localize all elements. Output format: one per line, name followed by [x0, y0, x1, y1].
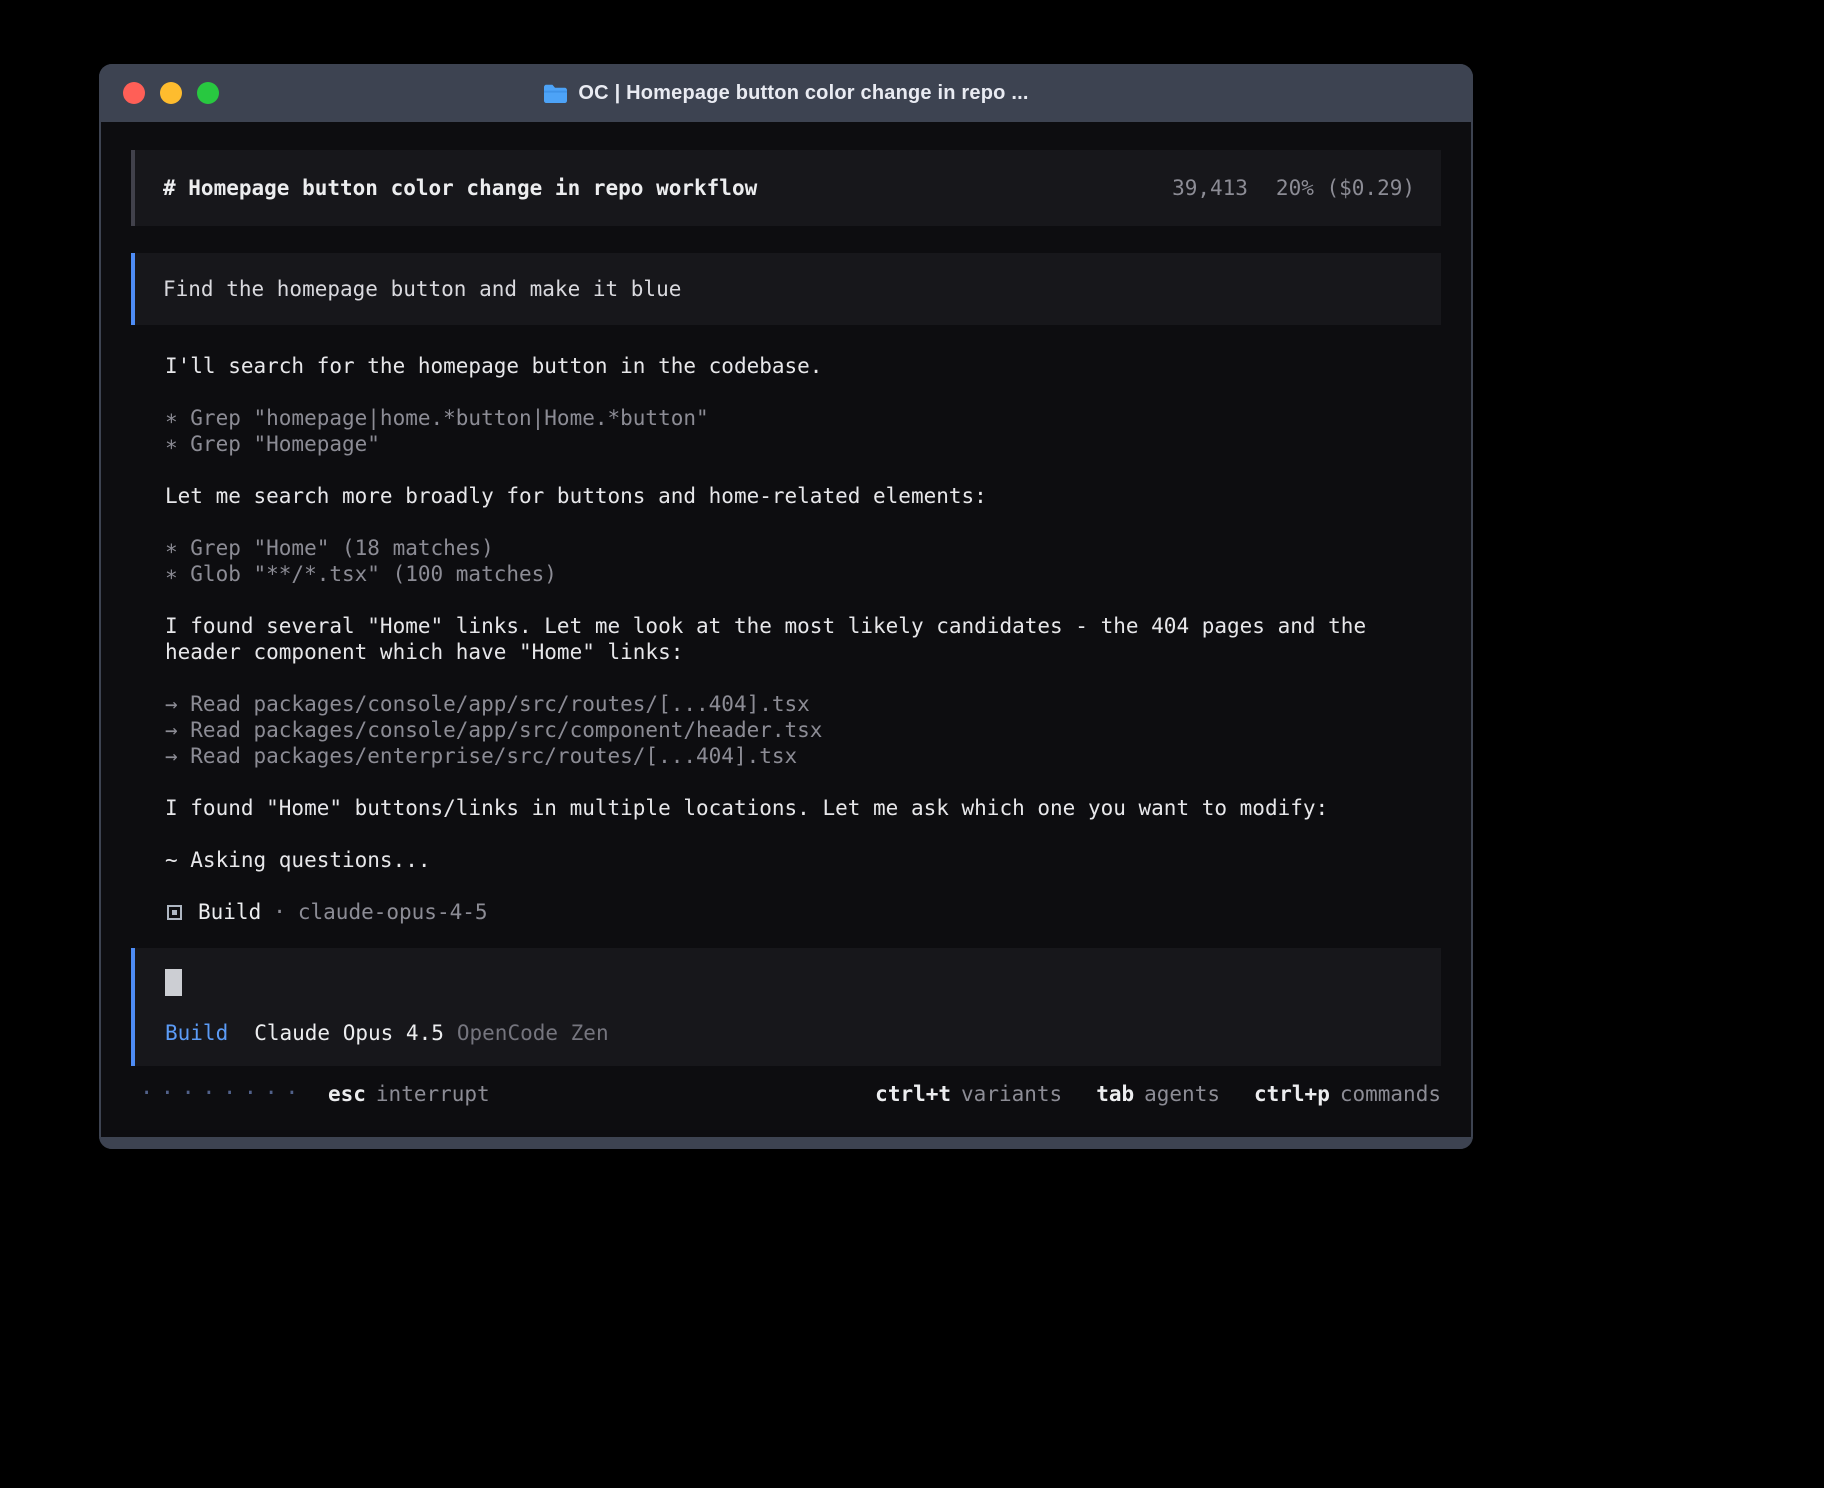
titlebar[interactable]: OC | Homepage button color change in rep…: [99, 64, 1473, 122]
agent-name: Build: [198, 899, 261, 925]
agent-line: Build · claude-opus-4-5: [165, 899, 1441, 925]
mode-badge[interactable]: Build: [165, 1020, 228, 1046]
window-title-area: OC | Homepage button color change in rep…: [99, 82, 1473, 105]
close-button[interactable]: [123, 82, 145, 104]
window-title: OC | Homepage button color change in rep…: [578, 82, 1028, 105]
model-name: Claude Opus 4.5: [254, 1020, 444, 1046]
tool-call-read: → Read packages/enterprise/src/routes/[.…: [165, 743, 1441, 769]
agent-icon: [167, 905, 182, 920]
key-ctrl-p: ctrl+p: [1254, 1081, 1330, 1107]
terminal-content: # Homepage button color change in repo w…: [101, 122, 1471, 1137]
minimize-button[interactable]: [160, 82, 182, 104]
tool-call-read: → Read packages/console/app/src/routes/[…: [165, 691, 1441, 717]
agent-separator: ·: [273, 899, 286, 925]
working-status: ~ Asking questions...: [165, 847, 1441, 873]
context-usage: 20% ($0.29): [1276, 176, 1415, 200]
hint-interrupt: esc interrupt: [328, 1081, 490, 1107]
hint-agents: tab agents: [1096, 1081, 1220, 1107]
user-message-text: Find the homepage button and make it blu…: [163, 277, 681, 301]
tool-call-grep: ∗ Grep "Homepage": [165, 431, 1441, 457]
session-stats: 39,413 20% ($0.29): [1172, 175, 1415, 201]
text-cursor: [165, 969, 182, 996]
key-ctrl-t: ctrl+t: [875, 1081, 951, 1107]
hint-label: commands: [1340, 1081, 1441, 1107]
window-bottom-edge: [99, 1137, 1473, 1149]
folder-icon: [543, 83, 568, 103]
hint-commands: ctrl+p commands: [1254, 1081, 1441, 1107]
status-bar: ········ esc interrupt ctrl+t variants t…: [131, 1081, 1441, 1107]
session-title: # Homepage button color change in repo w…: [163, 175, 757, 201]
tool-call-group: → Read packages/console/app/src/routes/[…: [165, 691, 1441, 769]
tool-call-read: → Read packages/console/app/src/componen…: [165, 717, 1441, 743]
spinner-dots: ········: [140, 1081, 306, 1107]
session-header: # Homepage button color change in repo w…: [131, 150, 1441, 226]
tool-call-group: ∗ Grep "Home" (18 matches) ∗ Glob "**/*.…: [165, 535, 1441, 587]
assistant-text: I found "Home" buttons/links in multiple…: [165, 795, 1441, 821]
assistant-text: I found several "Home" links. Let me loo…: [165, 613, 1441, 665]
key-tab: tab: [1096, 1081, 1134, 1107]
zoom-button[interactable]: [197, 82, 219, 104]
hint-label: interrupt: [376, 1081, 490, 1107]
assistant-text: Let me search more broadly for buttons a…: [165, 483, 1441, 509]
traffic-lights: [123, 82, 219, 104]
key-esc: esc: [328, 1081, 366, 1107]
user-message: Find the homepage button and make it blu…: [131, 253, 1441, 325]
tool-call-grep: ∗ Grep "homepage|home.*button|Home.*butt…: [165, 405, 1441, 431]
assistant-text: I'll search for the homepage button in t…: [165, 353, 1441, 379]
tool-call-glob: ∗ Glob "**/*.tsx" (100 matches): [165, 561, 1441, 587]
status-bar-left: ········ esc interrupt: [131, 1081, 490, 1107]
agent-model: claude-opus-4-5: [298, 899, 488, 925]
conversation: I'll search for the homepage button in t…: [131, 325, 1441, 925]
tool-call-grep: ∗ Grep "Home" (18 matches): [165, 535, 1441, 561]
token-count: 39,413: [1172, 176, 1248, 200]
status-bar-right: ctrl+t variants tab agents ctrl+p comman…: [875, 1081, 1441, 1107]
provider-name: OpenCode Zen: [457, 1020, 609, 1046]
hint-label: variants: [961, 1081, 1062, 1107]
hint-variants: ctrl+t variants: [875, 1081, 1062, 1107]
prompt-input[interactable]: Build Claude Opus 4.5 OpenCode Zen: [131, 948, 1441, 1066]
terminal-window: OC | Homepage button color change in rep…: [99, 64, 1473, 1149]
input-mode-line: Build Claude Opus 4.5 OpenCode Zen: [165, 1020, 1415, 1046]
tool-call-group: ∗ Grep "homepage|home.*button|Home.*butt…: [165, 405, 1441, 457]
hint-label: agents: [1144, 1081, 1220, 1107]
